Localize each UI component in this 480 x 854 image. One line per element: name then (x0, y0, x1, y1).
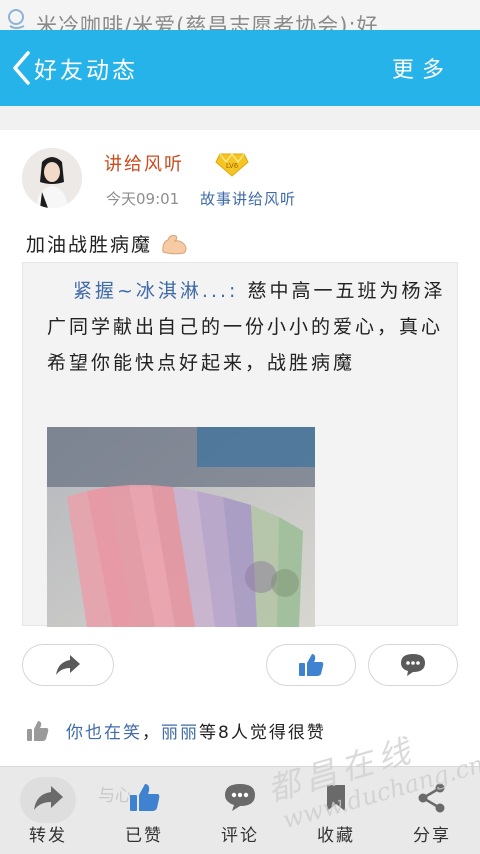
flexed-biceps-emoji (162, 234, 187, 254)
quoted-post[interactable]: 紧握~冰淇淋...: 慈中高一五班为杨泽广同学献出自己的一份小小的爱心，真心希望… (22, 262, 458, 627)
thumbs-up-icon (299, 654, 324, 676)
likes-summary: 你也在笑 ， 丽丽 等8人觉得很赞 (26, 718, 326, 743)
tab-liked-label: 已赞 (125, 826, 163, 846)
liker-separator: ， (142, 723, 161, 743)
vip-crown-icon: LV6 (215, 153, 249, 177)
comment-icon (225, 784, 255, 811)
back-button[interactable]: 好友动态 (10, 48, 138, 88)
post-text-content: 加油战胜病魔 (26, 234, 153, 256)
tab-favorite-label: 收藏 (317, 826, 355, 846)
quoted-text: 紧握~冰淇淋...: 慈中高一五班为杨泽广同学献出自己的一份小小的爱心，真心希望… (47, 273, 447, 381)
forward-icon (34, 786, 63, 810)
post-text: 加油战胜病魔 (26, 230, 190, 257)
svg-text:LV6: LV6 (226, 162, 239, 170)
comment-bubble-icon (401, 654, 425, 676)
tab-comment[interactable]: 评论 (200, 781, 280, 846)
tab-forward[interactable]: 转发 (8, 781, 88, 846)
like-button[interactable] (266, 644, 356, 686)
tab-share[interactable]: 分享 (392, 781, 472, 846)
avatar[interactable] (22, 148, 82, 208)
bookmark-icon (327, 785, 345, 811)
bottom-action-bar: 与心 转发 已赞 评论 收藏 分享 (0, 766, 480, 854)
app-header: 好友动态 更多 (0, 30, 480, 106)
tab-liked[interactable]: 已赞 (104, 781, 184, 846)
author-name[interactable]: 讲给风听 (104, 150, 184, 176)
quoted-author[interactable]: 紧握~冰淇淋...: (73, 280, 238, 302)
post-source[interactable]: 故事讲给风听 (200, 188, 296, 209)
share-arrow-icon (56, 655, 80, 675)
thumbs-up-icon (130, 784, 160, 811)
tab-share-label: 分享 (413, 826, 451, 846)
tab-favorite[interactable]: 收藏 (296, 781, 376, 846)
notification-strip[interactable]: 米冷咖啡/米爱(慈昌志愿者协会):好. . . (0, 0, 480, 30)
more-button[interactable]: 更多 (392, 52, 452, 84)
tab-comment-label: 评论 (221, 826, 259, 846)
share-icon (418, 783, 445, 813)
comment-button[interactable] (368, 644, 458, 686)
post-photo[interactable] (47, 427, 315, 627)
post-time: 今天09:01 (106, 190, 180, 208)
liker-name-2[interactable]: 丽丽 (161, 718, 199, 743)
chat-icon (8, 9, 25, 29)
liker-name-1[interactable]: 你也在笑 (66, 718, 142, 743)
chevron-left-icon (13, 51, 30, 85)
share-button[interactable] (22, 644, 114, 686)
notification-text: 米冷咖啡/米爱(慈昌志愿者协会):好. . . (36, 14, 417, 30)
tab-forward-label: 转发 (29, 826, 67, 846)
section-divider (0, 106, 480, 130)
page-title: 好友动态 (34, 58, 138, 84)
likes-count-text: 等8人觉得很赞 (199, 723, 326, 743)
thumbs-up-icon (27, 720, 49, 741)
